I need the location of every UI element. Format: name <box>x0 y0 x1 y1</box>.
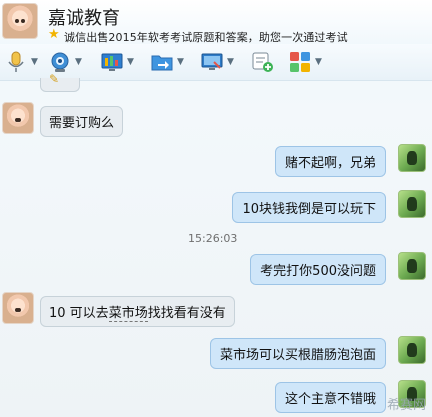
contact-signature: 诚信出售2015年软考考试原题和答案，助您一次通过考试 <box>64 31 348 44</box>
chevron-down-icon[interactable]: ▼ <box>75 57 82 67</box>
microphone-icon <box>4 50 28 74</box>
voice-call-button[interactable]: ▼ <box>4 49 38 75</box>
chat-toolbar: ▼ ▼ ▼ ▼ ▼ ▼ <box>0 44 432 81</box>
remote-desktop-button[interactable]: ▼ <box>200 49 234 75</box>
star-icon: ★ <box>48 27 60 42</box>
self-avatar[interactable] <box>398 190 426 218</box>
message-text-prefix: 10 可以去 <box>49 306 109 321</box>
chevron-down-icon[interactable]: ▼ <box>177 57 184 67</box>
message-bubble-outgoing[interactable]: 赌不起啊，兄弟 <box>274 146 386 177</box>
chevron-down-icon[interactable]: ▼ <box>315 57 322 67</box>
contact-avatar[interactable] <box>2 102 34 134</box>
new-chat-icon <box>250 50 274 74</box>
webcam-icon <box>48 50 72 74</box>
previous-message-bubble: ✎ <box>40 72 80 92</box>
message-list[interactable]: ✎ 需要订购么 赌不起啊，兄弟 10块钱我倒是可以玩下 15:26:03 考完打… <box>0 72 432 417</box>
message-bubble-outgoing[interactable]: 10块钱我倒是可以玩下 <box>232 192 386 223</box>
self-avatar[interactable] <box>398 252 426 280</box>
message-text-suffix: 找找看有没有 <box>147 306 226 321</box>
contact-avatar[interactable] <box>2 3 38 39</box>
message-text-highlight[interactable]: 菜市场 <box>108 306 148 322</box>
message-bubble-outgoing[interactable]: 这个主意不错哦 <box>274 382 386 413</box>
remote-desktop-icon <box>200 50 224 74</box>
apps-button[interactable]: ▼ <box>288 49 322 75</box>
message-bubble-outgoing[interactable]: 菜市场可以买根腊肠泡泡面 <box>209 338 386 369</box>
file-transfer-icon <box>150 50 174 74</box>
message-bubble-incoming[interactable]: 需要订购么 <box>40 106 124 137</box>
chevron-down-icon[interactable]: ▼ <box>227 57 234 67</box>
watermark-logo: 希赛网 <box>386 398 426 413</box>
screen-share-button[interactable]: ▼ <box>100 49 134 75</box>
message-bubble-incoming[interactable]: 10 可以去菜市场找找看有没有 <box>40 296 235 327</box>
self-avatar[interactable] <box>398 336 426 364</box>
new-chat-button[interactable] <box>250 49 274 75</box>
chat-header: 嘉诚教育 ★ 诚信出售2015年软考考试原题和答案，助您一次通过考试 <box>0 0 432 44</box>
emoji-icon: ✎ <box>49 72 60 86</box>
self-avatar[interactable] <box>398 144 426 172</box>
chevron-down-icon[interactable]: ▼ <box>127 57 134 67</box>
apps-icon <box>288 50 312 74</box>
file-transfer-button[interactable]: ▼ <box>150 49 184 75</box>
contact-avatar[interactable] <box>2 292 34 324</box>
chevron-down-icon[interactable]: ▼ <box>31 57 38 67</box>
message-bubble-outgoing[interactable]: 考完打你500没问题 <box>250 254 386 285</box>
message-timestamp: 15:26:03 <box>188 232 238 245</box>
screen-share-icon <box>100 50 124 74</box>
